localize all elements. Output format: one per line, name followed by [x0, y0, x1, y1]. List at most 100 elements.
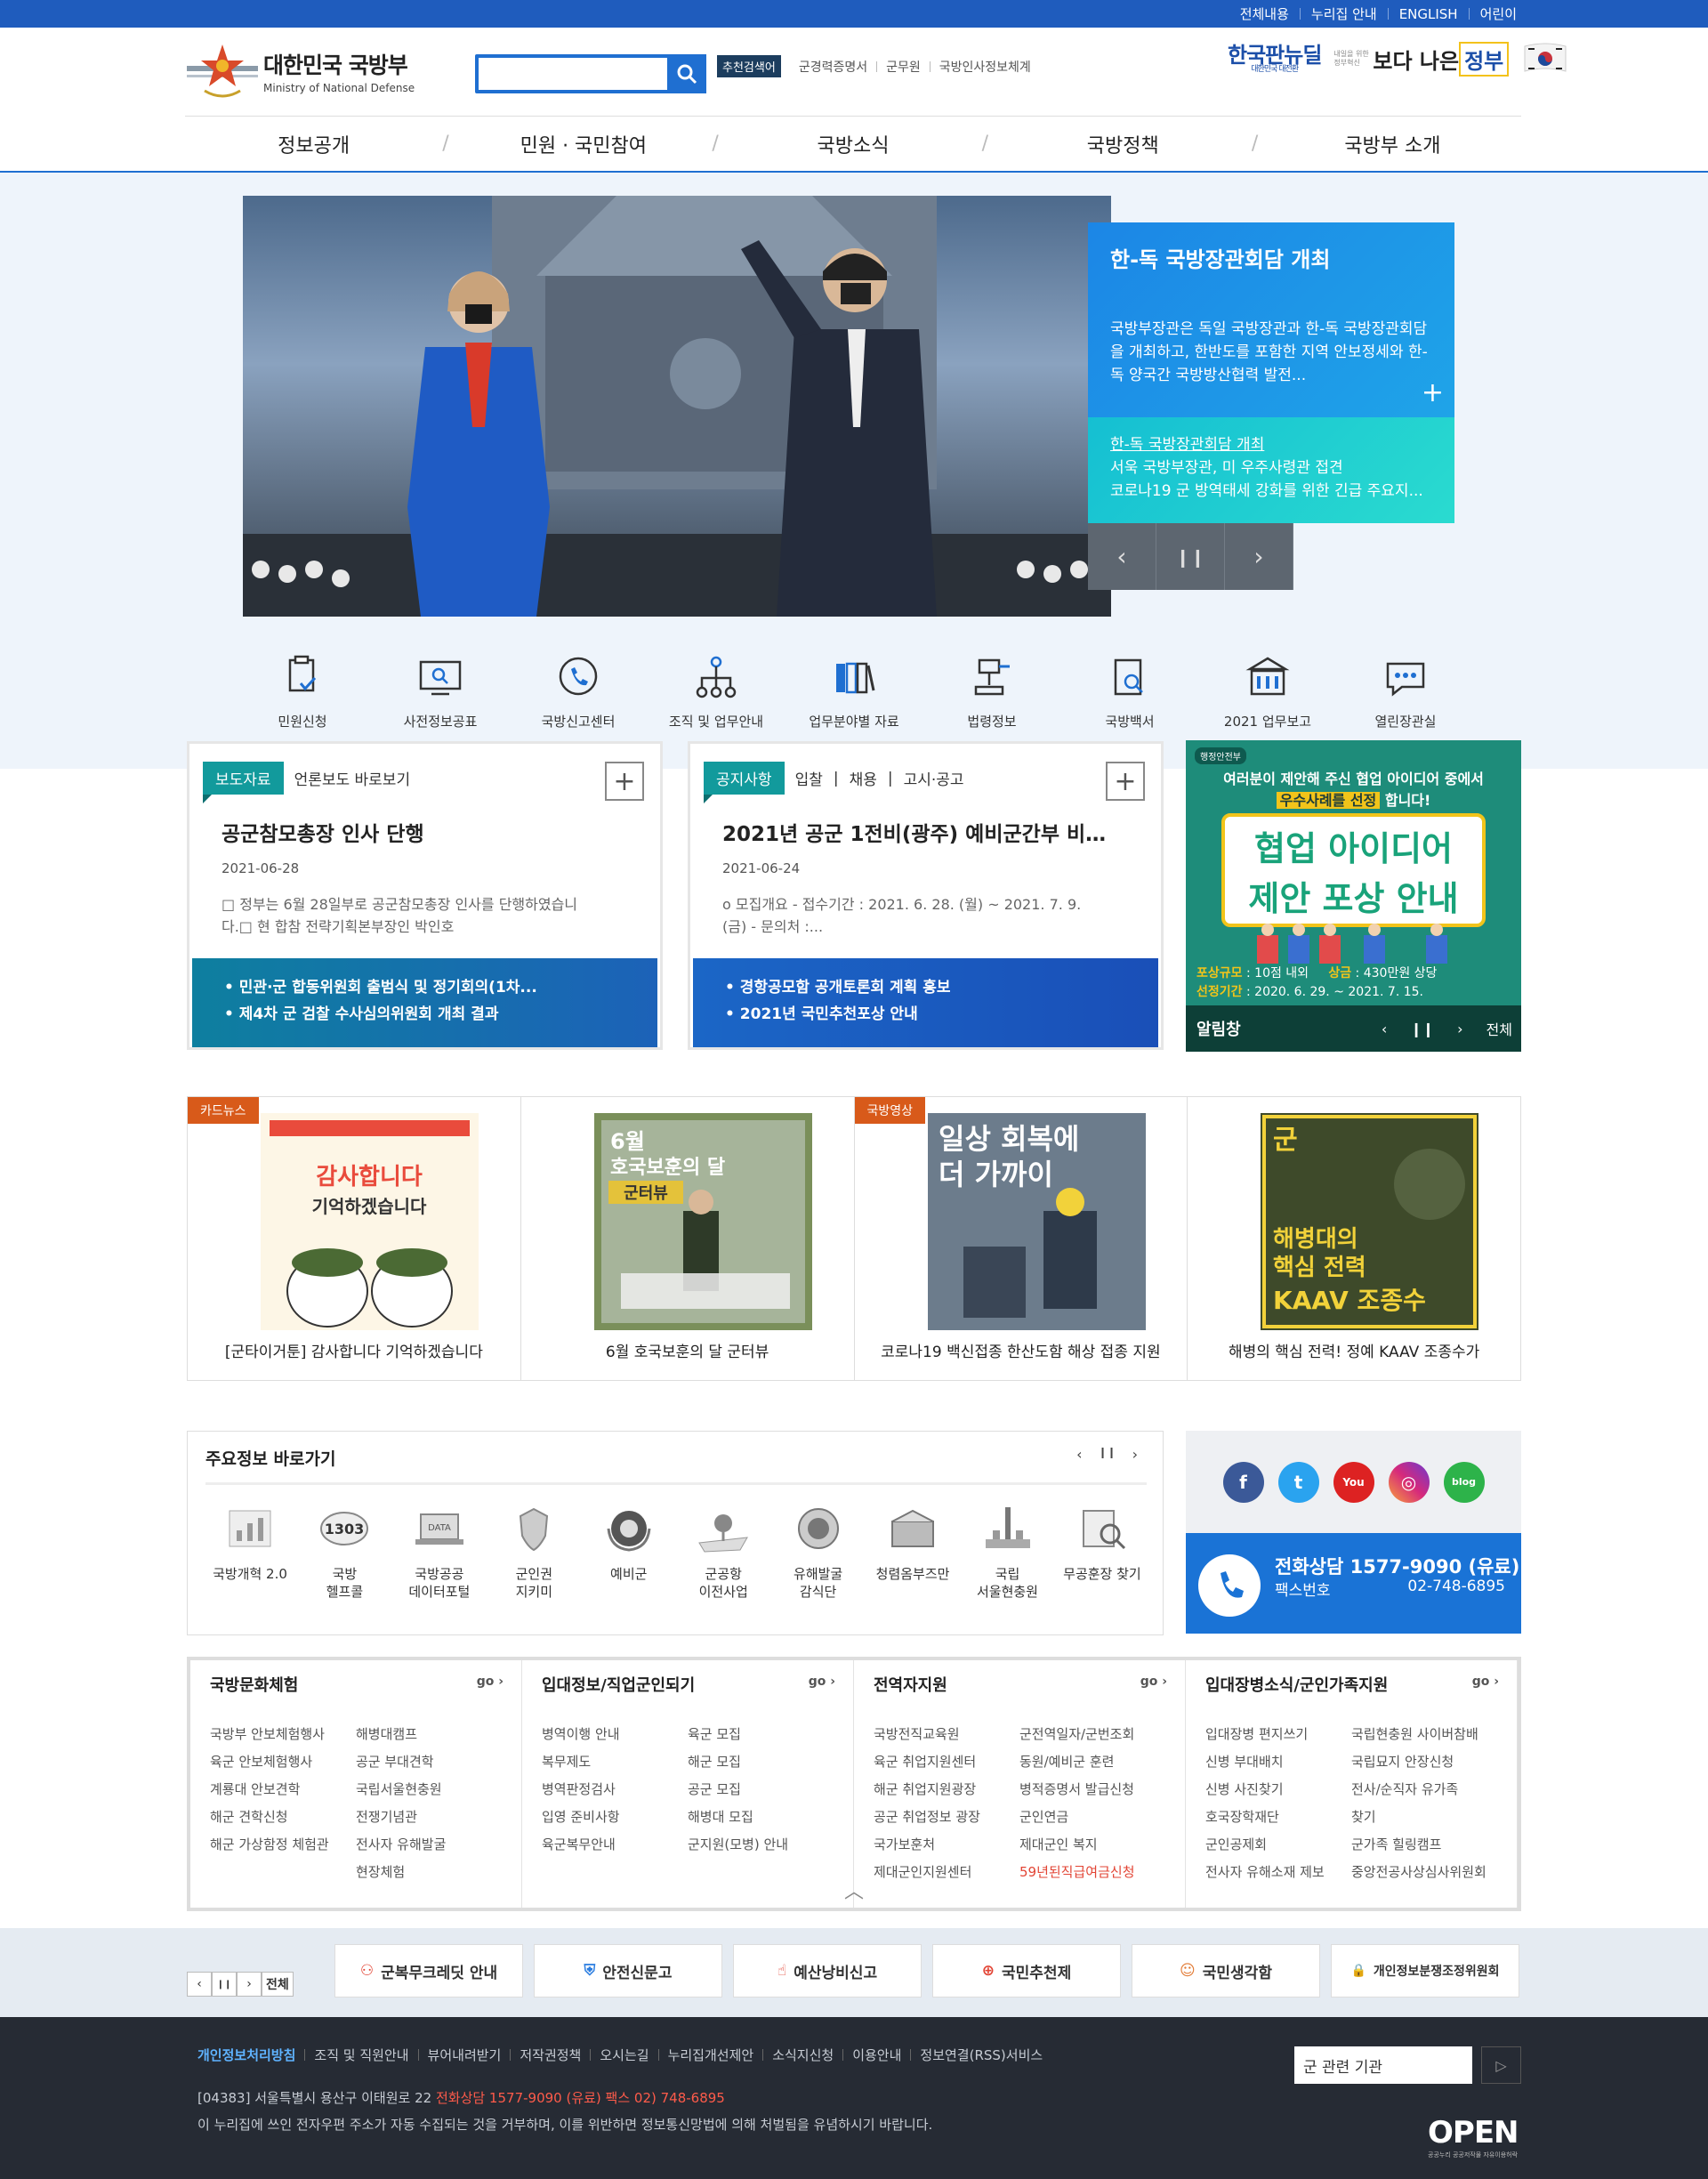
media-item[interactable]: 6월 호국보훈의 달 군터뷰 6월 호국보훈의 달 군터뷰 [521, 1097, 855, 1380]
popup-next-button[interactable]: › [1457, 1021, 1462, 1037]
media-item[interactable]: 카드뉴스 감사합니다 기억하겠습니다 [군타이거툰] 감사합니다 기억하겠습니다 [188, 1097, 521, 1380]
card-link[interactable]: • 제4차 군 검찰 수사심의위원회 개최 결과 [224, 1001, 625, 1028]
gnb-item-policy[interactable]: 국방정책 [995, 130, 1252, 158]
banner-budget-waste[interactable]: ☝ 예산낭비신고 [733, 1944, 922, 1997]
column-link[interactable]: 신병 사진찾기 [1205, 1776, 1351, 1804]
tab-notice[interactable]: 공지사항 [704, 762, 785, 803]
go-link[interactable]: go › [1472, 1675, 1499, 1689]
more-plus-button[interactable]: + [1106, 762, 1145, 801]
column-link[interactable]: 해병대캠프 [356, 1721, 502, 1748]
banner-next-button[interactable]: › [237, 1972, 262, 1997]
go-button[interactable]: ▷ [1481, 2046, 1521, 2084]
notice-popup-banner[interactable]: 행정안전부 여러분이 제안해 주신 협업 아이디어 중에서 우수사례를 선정 합… [1186, 740, 1521, 1052]
shortcut-prev-button[interactable]: ‹ [1076, 1446, 1082, 1463]
shortcut-reserve-forces[interactable]: 예비군 [584, 1499, 673, 1601]
card-link[interactable]: • 2021년 국민추천포상 안내 [725, 1001, 1126, 1028]
column-link[interactable]: 호국장학재단 [1205, 1804, 1351, 1831]
column-link[interactable]: 병역이행 안내 [542, 1721, 688, 1748]
column-link[interactable]: 입대장병 편지쓰기 [1205, 1721, 1351, 1748]
tab-announcement[interactable]: 고시·공고 [904, 767, 964, 789]
twitter-icon[interactable]: t [1277, 1461, 1319, 1503]
card-headline[interactable]: 2021년 공군 1전비(광주) 예비군간부 비상근 ... [722, 817, 1114, 847]
top-link-kids[interactable]: 어린이 [1480, 4, 1517, 23]
recommend-keyword[interactable]: 국방인사정보체계 [939, 58, 1031, 76]
tab-press-release[interactable]: 보도자료 [203, 762, 284, 803]
banner-public-idea[interactable]: ☺ 국민생각함 [1132, 1944, 1320, 1997]
card-link[interactable]: • 민관·군 합동위원회 출범식 및 정기회의(1차... [224, 974, 625, 1001]
column-link[interactable]: 국방부 안보체험행사 [210, 1721, 356, 1748]
search-button[interactable] [667, 54, 706, 93]
banner-safety-report[interactable]: ⛨ 안전신문고 [534, 1944, 722, 1997]
column-link[interactable]: 국립현충원 사이버참배 [1351, 1721, 1497, 1748]
column-link[interactable]: 군인공제회 [1205, 1831, 1351, 1859]
quick-item-data-by-field[interactable]: 업무분야별 자료 [792, 653, 916, 730]
column-link[interactable]: 계룡대 안보견학 [210, 1776, 356, 1804]
top-link-english[interactable]: ENGLISH [1399, 6, 1458, 22]
facebook-icon[interactable]: f [1222, 1461, 1264, 1503]
open-license-logo[interactable]: OPEN 공공누리 공공저작물 자유이용허락 [1428, 2115, 1519, 2159]
media-item[interactable]: 군 해병대의 핵심 전력 KAAV 조종수 해병의 핵심 전력! 정예 KAAV… [1188, 1097, 1520, 1380]
hero-pause-button[interactable]: ❙❙ [1156, 523, 1225, 590]
column-link[interactable]: 전사/순직자 유가족 찾기 [1351, 1776, 1497, 1831]
shortcut-national-cemetery[interactable]: 국립 서울현충원 [963, 1499, 1052, 1601]
gnb-item-about[interactable]: 국방부 소개 [1264, 130, 1521, 158]
plus-icon[interactable]: + [1422, 377, 1444, 408]
footer-link[interactable]: 조직 및 직원안내 [314, 2046, 408, 2064]
hero-headline-box[interactable]: 한-독 국방장관회담 개최 국방부장관은 독일 국방장관과 한-독 국방장관회담… [1088, 222, 1454, 417]
column-link[interactable]: 군지원(모병) 안내 [688, 1831, 834, 1859]
quick-item-white-paper[interactable]: 국방백서 [1068, 653, 1192, 730]
column-link[interactable]: 군인연금 [1019, 1804, 1165, 1831]
column-link[interactable]: 육군 취업지원센터 [874, 1748, 1019, 1776]
blog-icon[interactable]: blog [1443, 1461, 1485, 1503]
quick-item-work-report[interactable]: 2021 업무보고 [1205, 653, 1330, 730]
gov-innovation-logo[interactable]: 내일을 위한 정부혁신 보다 나은 정부 [1333, 41, 1510, 77]
gnb-item-info-disclosure[interactable]: 정보공개 [185, 130, 442, 158]
column-link[interactable]: 해군 취업지원광장 [874, 1776, 1019, 1804]
column-link[interactable]: 공군 취업정보 광장 [874, 1804, 1019, 1831]
column-link[interactable]: 육군 안보체험행사 [210, 1748, 356, 1776]
column-link[interactable]: 국립묘지 안장신청 [1351, 1748, 1497, 1776]
column-link[interactable]: 공군 모집 [688, 1776, 834, 1804]
quick-item-organization[interactable]: 조직 및 업무안내 [654, 653, 778, 730]
top-link-guide[interactable]: 누리집 안내 [1311, 4, 1377, 23]
footer-link[interactable]: 누리집개선제안 [668, 2046, 754, 2064]
recommend-keyword[interactable]: 군경력증명서 [799, 58, 867, 76]
recommend-keyword[interactable]: 군무원 [886, 58, 921, 76]
shortcut-airbase-relocation[interactable]: 군공항 이전사업 [679, 1499, 768, 1601]
shortcut-medal-search[interactable]: 무공훈장 찾기 [1058, 1499, 1147, 1601]
column-link[interactable]: 해병대 모집 [688, 1804, 834, 1831]
hero-link[interactable]: 서욱 국방부장관, 미 우주사령관 접견 [1110, 456, 1432, 480]
banner-privacy-dispute[interactable]: 🔒 개인정보분쟁조정위원회 [1331, 1944, 1519, 1997]
collapse-arrow-icon[interactable]: ︿ [844, 1876, 864, 1904]
column-link[interactable]: 입영 준비사항 [542, 1804, 688, 1831]
footer-link[interactable]: 오시는길 [600, 2046, 649, 2064]
column-link[interactable]: 전쟁기념관 [356, 1804, 502, 1831]
banner-pause-button[interactable]: ❙❙ [212, 1972, 237, 1997]
tab-recruit[interactable]: 채용 [850, 767, 877, 789]
column-link[interactable]: 59년된직급여금신청 [1019, 1859, 1165, 1886]
card-link[interactable]: • 경항공모함 공개토론회 계획 홍보 [725, 974, 1126, 1001]
gnb-item-civil[interactable]: 민원 · 국민참여 [455, 130, 712, 158]
hero-link[interactable]: 한-독 국방장관회담 개최 [1110, 433, 1432, 456]
shortcut-defense-reform[interactable]: 국방개혁 2.0 [205, 1499, 294, 1601]
related-sites-select[interactable]: 군 관련 기관 [1294, 2046, 1472, 2084]
tab-media-report[interactable]: 언론보도 바로보기 [294, 767, 411, 789]
column-link[interactable]: 국방전직교육원 [874, 1721, 1019, 1748]
korean-newdeal-logo[interactable]: 한국판뉴딜 대한민국 대전환 [1228, 44, 1322, 74]
column-link[interactable]: 해군 견학신청 [210, 1804, 356, 1831]
banner-military-credit[interactable]: ⚇ 군복무크레딧 안내 [334, 1944, 523, 1997]
column-link[interactable]: 육군복무안내 [542, 1831, 688, 1859]
media-item[interactable]: 국방영상 일상 회복에 더 가까이 코로나19 백신접종 한산도함 해상 접종 … [854, 1097, 1188, 1380]
column-link[interactable]: 신병 부대배치 [1205, 1748, 1351, 1776]
top-link-sitemap[interactable]: 전체내용 [1240, 4, 1289, 23]
column-link[interactable]: 군가족 힐링캠프 [1351, 1831, 1497, 1859]
footer-link[interactable]: 소식지신청 [772, 2046, 834, 2064]
instagram-icon[interactable]: ◎ [1388, 1461, 1430, 1503]
site-logo[interactable]: 대한민국 국방부 Ministry of National Defense [185, 39, 415, 103]
footer-link[interactable]: 저작권정책 [520, 2046, 581, 2064]
banner-prev-button[interactable]: ‹ [187, 1972, 212, 1997]
column-link[interactable]: 해군 가상함정 체험관 [210, 1831, 356, 1859]
shortcut-ombudsman[interactable]: 청렴옴부즈만 [868, 1499, 957, 1601]
hero-prev-button[interactable]: ‹ [1088, 523, 1156, 590]
hero-photo[interactable] [243, 196, 1111, 617]
